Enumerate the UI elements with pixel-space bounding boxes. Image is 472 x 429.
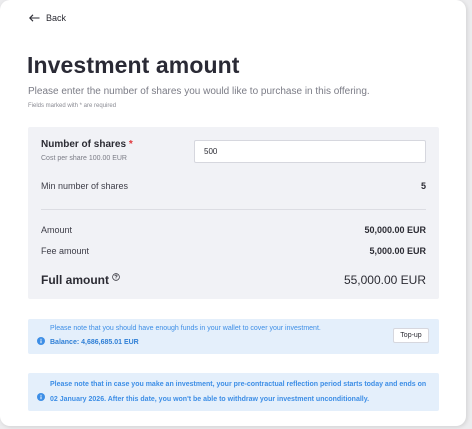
reflection-notice: Please note that in case you make an inv… xyxy=(28,373,439,411)
info-circle-icon xyxy=(37,332,45,350)
required-mark: * xyxy=(128,139,133,150)
arrow-left-icon xyxy=(29,14,40,22)
fee-value: 5,000.00 EUR xyxy=(369,246,426,256)
amount-value: 50,000.00 EUR xyxy=(364,225,426,235)
page-subtitle: Please enter the number of shares you wo… xyxy=(28,86,370,97)
full-amount-value: 55,000.00 EUR xyxy=(343,273,426,287)
divider xyxy=(41,209,426,210)
wallet-notice-message: Please note that you should have enough … xyxy=(50,325,321,332)
min-shares-row: Min number of shares 5 xyxy=(41,181,426,191)
back-label: Back xyxy=(46,13,67,23)
back-link[interactable]: Back xyxy=(29,13,66,23)
shares-label-text: Number of shares xyxy=(41,139,127,150)
info-circle-icon xyxy=(37,388,45,406)
min-shares-label: Min number of shares xyxy=(41,181,129,191)
required-note: Fields marked with * are required xyxy=(28,103,117,109)
fee-row: Fee amount 5,000.00 EUR xyxy=(41,246,426,256)
investment-panel: Number of shares * Cost per share 100.00… xyxy=(28,127,439,299)
wallet-balance: Balance: 4,686,685.01 EUR xyxy=(50,339,139,346)
full-amount-row: Full amount 55,000.00 EUR xyxy=(41,273,426,287)
min-shares-value: 5 xyxy=(420,181,426,191)
full-amount-label: Full amount xyxy=(41,273,120,287)
shares-input[interactable] xyxy=(194,140,426,163)
cost-per-share: Cost per share 100.00 EUR xyxy=(41,155,127,162)
page-title: Investment amount xyxy=(27,52,240,78)
help-circle-icon[interactable] xyxy=(112,270,120,284)
fee-label: Fee amount xyxy=(41,246,90,256)
wallet-notice: Please note that you should have enough … xyxy=(28,319,439,354)
amount-row: Amount 50,000.00 EUR xyxy=(41,225,426,235)
topup-button[interactable]: Top-up xyxy=(393,328,429,343)
amount-label: Amount xyxy=(41,225,73,235)
investment-card: Back Investment amount Please enter the … xyxy=(0,0,466,426)
full-amount-label-text: Full amount xyxy=(41,273,109,287)
shares-label: Number of shares * xyxy=(41,139,133,150)
wallet-notice-text: Please note that you should have enough … xyxy=(50,322,321,350)
reflection-notice-text: Please note that in case you make an inv… xyxy=(50,381,427,403)
